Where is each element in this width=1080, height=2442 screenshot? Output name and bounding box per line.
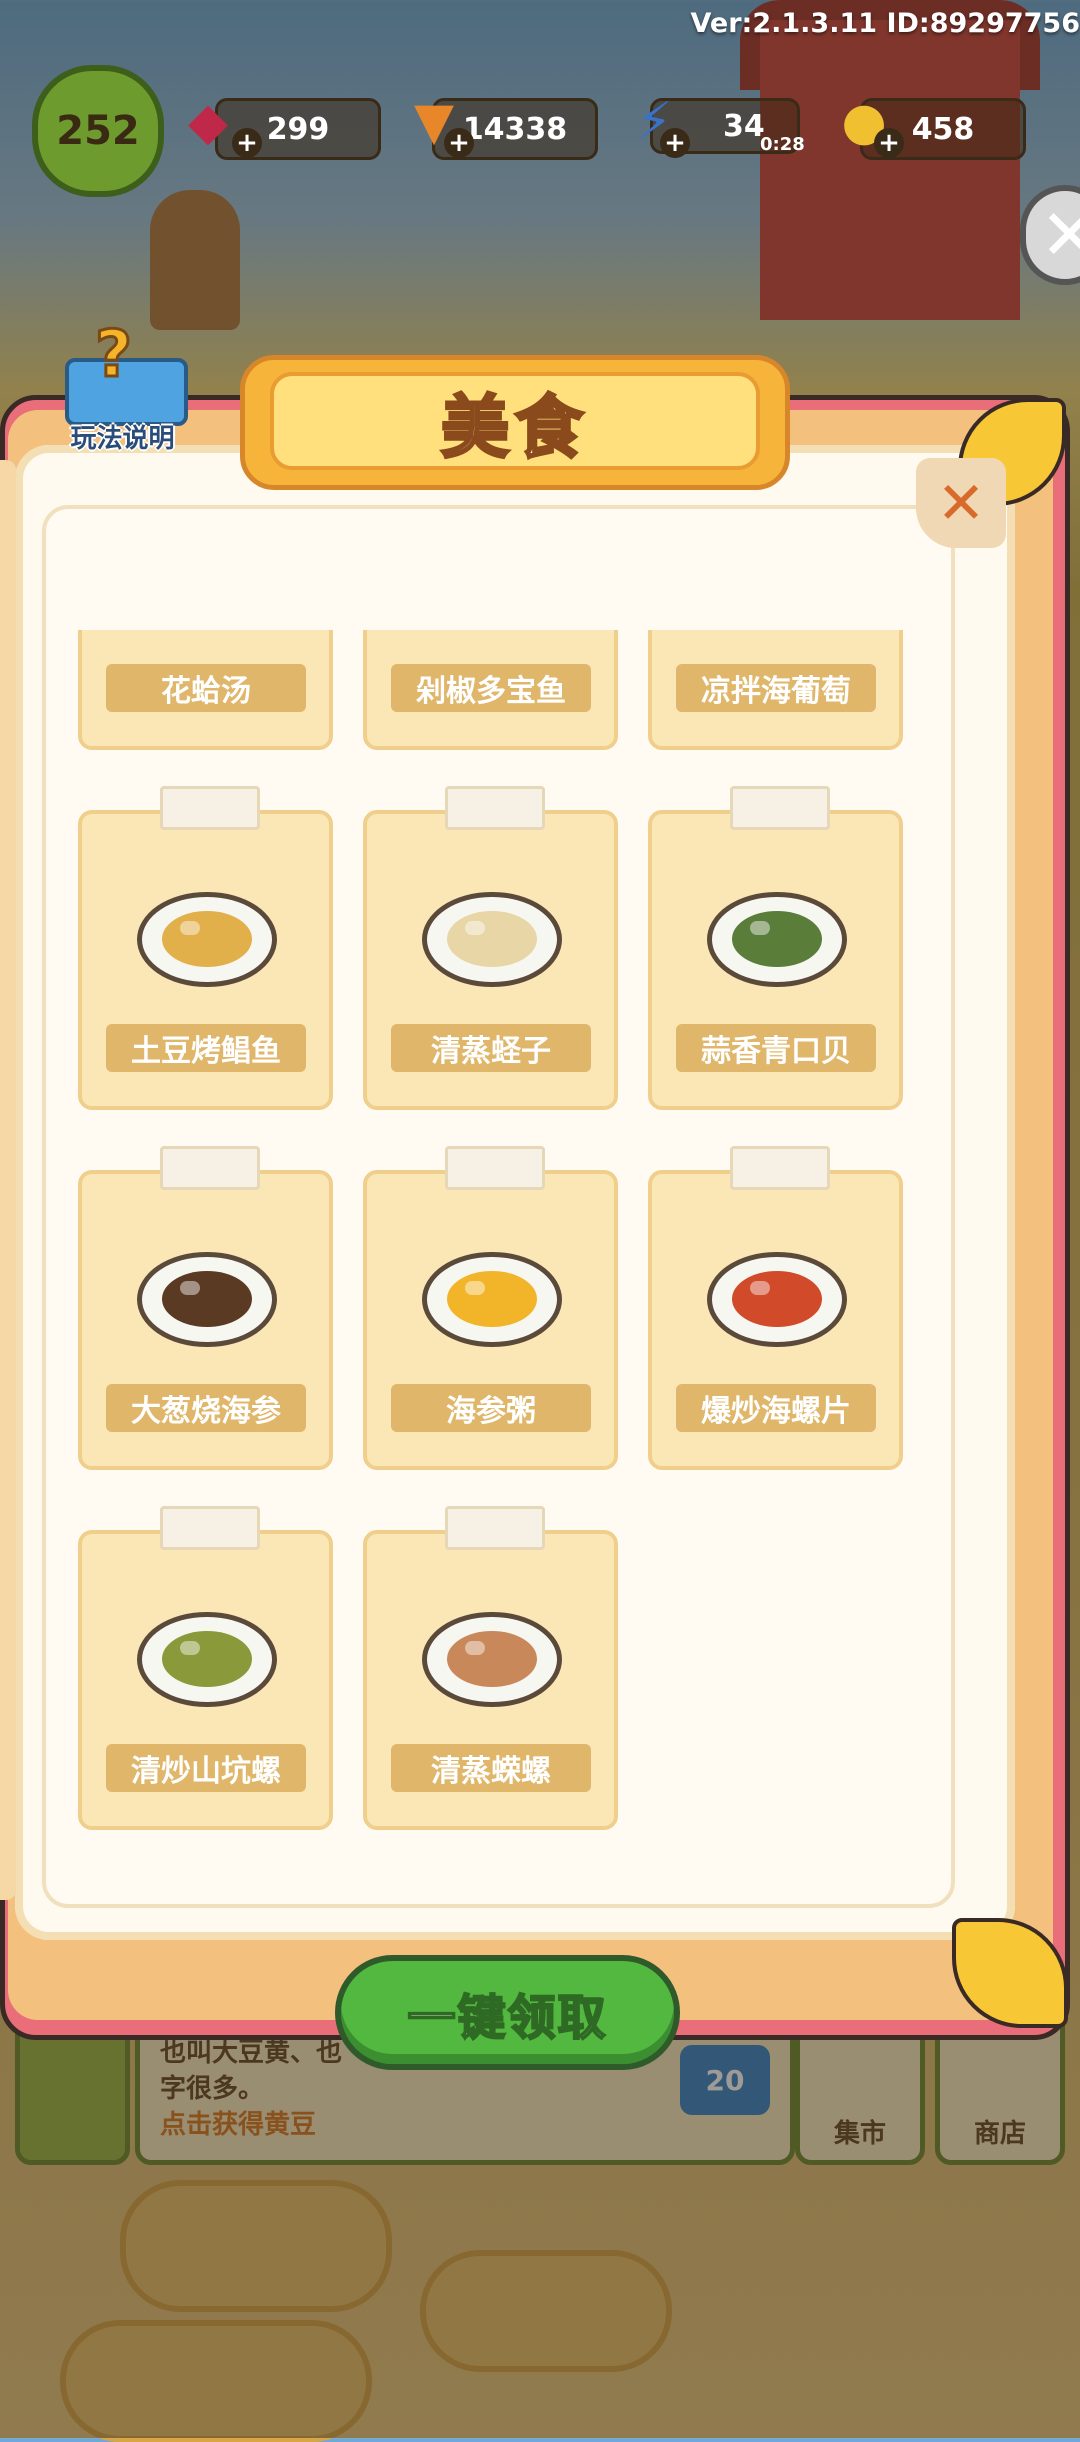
dish-plate-icon — [422, 1612, 562, 1707]
food-card[interactable]: 清蒸蝾螺 — [363, 1530, 618, 1830]
dish-food-icon — [162, 911, 252, 967]
tape-decoration — [445, 1506, 545, 1550]
dish-plate-icon — [137, 892, 277, 987]
food-name-label: 大葱烧海参 — [106, 1384, 306, 1432]
dish-food-icon — [447, 1271, 537, 1327]
food-card[interactable]: 爆炒海螺片 — [648, 1170, 903, 1470]
tape-decoration — [445, 1146, 545, 1190]
food-name-label: 凉拌海葡萄 — [676, 664, 876, 712]
food-card[interactable]: 海参粥 — [363, 1170, 618, 1470]
dish-food-icon — [447, 911, 537, 967]
food-card[interactable]: 大葱烧海参 — [78, 1170, 333, 1470]
food-card[interactable]: 土豆烤鲳鱼 — [78, 810, 333, 1110]
food-name-label: 清炒山坑螺 — [106, 1744, 306, 1792]
dish-plate-icon — [137, 1252, 277, 1347]
dish-food-icon — [732, 1271, 822, 1327]
food-name-label: 花蛤汤 — [106, 664, 306, 712]
question-mark-icon: ? — [95, 318, 132, 392]
energy-timer: 0:28 — [760, 134, 805, 155]
dish-plate-icon — [137, 1612, 277, 1707]
food-card[interactable]: 清炒山坑螺 — [78, 1530, 333, 1830]
food-name-label: 蒜香青口贝 — [676, 1024, 876, 1072]
dish-plate-icon — [422, 892, 562, 987]
food-name-label: 剁椒多宝鱼 — [391, 664, 591, 712]
food-name-label: 清蒸蛏子 — [391, 1024, 591, 1072]
tape-decoration — [160, 1146, 260, 1190]
dish-plate-icon — [422, 1252, 562, 1347]
player-level-badge[interactable]: 252 — [32, 65, 164, 197]
food-grid: 花蛤汤 剁椒多宝鱼 凉拌海葡萄土豆烤鲳鱼 清蒸蛏子 蒜香青口贝大葱烧海参 海参粥 爆炒海螺片… — [78, 540, 908, 1840]
version-text: Ver:2.1.3.11 ID:89297756 — [691, 8, 1080, 39]
add-coins-button[interactable]: + — [874, 128, 904, 158]
food-name-label: 清蒸蝾螺 — [391, 1744, 591, 1792]
food-name-label: 爆炒海螺片 — [676, 1384, 876, 1432]
title-plaque: 美食 — [270, 372, 760, 470]
claim-all-button[interactable]: 一键领取 — [335, 1955, 680, 2070]
dish-food-icon — [162, 1271, 252, 1327]
tape-decoration — [730, 786, 830, 830]
page-edge — [0, 460, 16, 1900]
dish-food-icon — [732, 911, 822, 967]
help-button[interactable]: ? 玩法说明 — [55, 318, 190, 453]
food-card[interactable]: 蒜香青口贝 — [648, 810, 903, 1110]
help-label: 玩法说明 — [55, 418, 190, 455]
close-icon[interactable]: ✕ — [916, 458, 1006, 548]
tape-decoration — [445, 786, 545, 830]
dish-food-icon — [447, 1631, 537, 1687]
food-card[interactable]: 清蒸蛏子 — [363, 810, 618, 1110]
dish-plate-icon — [707, 1252, 847, 1347]
food-name-label: 土豆烤鲳鱼 — [106, 1024, 306, 1072]
add-gems-button[interactable]: + — [232, 128, 262, 158]
tape-decoration — [160, 786, 260, 830]
food-name-label: 海参粥 — [391, 1384, 591, 1432]
dialog-title: 美食 — [441, 372, 589, 471]
tape-decoration — [160, 1506, 260, 1550]
dish-food-icon — [162, 1631, 252, 1687]
add-carrots-button[interactable]: + — [444, 128, 474, 158]
tape-decoration — [730, 1146, 830, 1190]
add-energy-button[interactable]: + — [660, 128, 690, 158]
dish-plate-icon — [707, 892, 847, 987]
claim-all-label: 一键领取 — [407, 1978, 607, 2048]
